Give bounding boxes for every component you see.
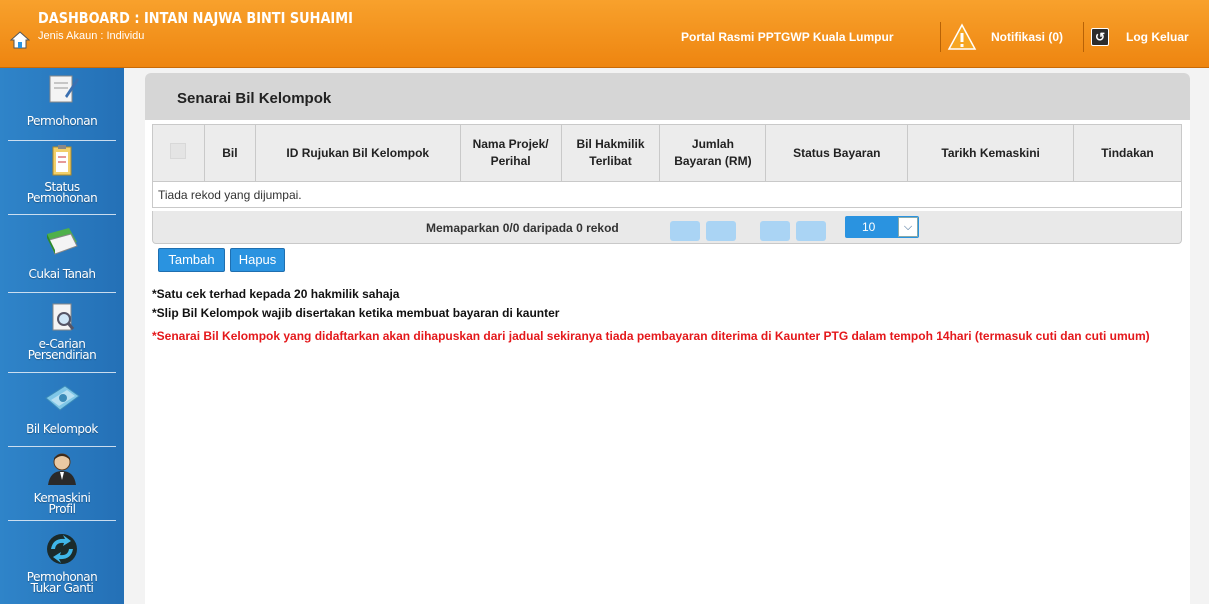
- book-icon: [47, 228, 78, 255]
- column-header-hakmilik[interactable]: Bil Hakmilik Terlibat: [560, 124, 661, 182]
- page-size-select[interactable]: 10 ⌵: [845, 216, 919, 238]
- sidebar-item-label: Cukai Tanah: [28, 267, 97, 281]
- warning-icon[interactable]: [947, 22, 977, 52]
- column-header-jumlah[interactable]: Jumlah Bayaran (RM): [659, 124, 767, 182]
- sidebar-item-e-carian[interactable]: e-Carian Persendirian: [0, 294, 124, 376]
- pagination-summary: Memaparkan 0/0 daripada 0 rekod: [426, 221, 619, 235]
- page-size-value: 10: [862, 220, 876, 234]
- first-page-button[interactable]: [670, 221, 700, 241]
- last-page-button[interactable]: [796, 221, 826, 241]
- column-header-label: Terlibat: [589, 154, 632, 168]
- add-button[interactable]: Tambah: [158, 248, 225, 272]
- column-header-label: Jumlah: [691, 137, 734, 151]
- divider: [8, 520, 116, 521]
- money-icon: [45, 385, 80, 411]
- sidebar-item-label: Tukar Ganti: [30, 581, 94, 595]
- sidebar: Permohonan Status Permohonan Cukai Tanah…: [0, 68, 124, 604]
- column-header-bil[interactable]: Bil: [203, 124, 256, 182]
- clipboard-icon: [52, 145, 72, 176]
- column-header-label: Bayaran (RM): [674, 154, 752, 168]
- page-title: Senarai Bil Kelompok: [177, 90, 332, 107]
- logout-link[interactable]: Log Keluar: [1126, 30, 1189, 44]
- sidebar-item-permohonan-tukar-ganti[interactable]: Permohonan Tukar Ganti: [0, 522, 124, 604]
- column-header-nama[interactable]: Nama Projek/Perihal: [459, 124, 562, 182]
- empty-message: Tiada rekod yang dijumpai.: [152, 181, 1182, 208]
- bil-kelompok-table: Bil ID Rujukan Bil Kelompok Nama Projek/…: [152, 124, 1182, 208]
- document-icon: [49, 75, 79, 103]
- power-icon[interactable]: ↺: [1091, 28, 1109, 46]
- table-header-row: Bil ID Rujukan Bil Kelompok Nama Projek/…: [152, 124, 1182, 182]
- delete-button[interactable]: Hapus: [230, 248, 285, 272]
- select-all-checkbox[interactable]: [170, 142, 187, 159]
- portal-link[interactable]: Portal Rasmi PPTGWP Kuala Lumpur: [681, 30, 893, 44]
- top-header: DASHBOARD : INTAN NAJWA BINTI SUHAIMI Je…: [0, 0, 1209, 68]
- home-icon[interactable]: [10, 30, 30, 50]
- previous-page-button[interactable]: [706, 221, 736, 241]
- account-type: Jenis Akaun : Individu: [38, 30, 145, 42]
- sidebar-item-label: Permohonan: [26, 191, 98, 205]
- dashboard-title: DASHBOARD : INTAN NAJWA BINTI SUHAIMI: [38, 9, 353, 27]
- page-edge: [1196, 68, 1209, 604]
- select-all-cell: [152, 124, 205, 182]
- column-header-label: Nama Projek/: [472, 137, 549, 151]
- column-header-id[interactable]: ID Rujukan Bil Kelompok: [254, 124, 461, 182]
- note-deletion-warning: *Senarai Bil Kelompok yang didaftarkan a…: [152, 329, 1150, 343]
- search-document-icon: [52, 303, 75, 331]
- sidebar-item-cukai-tanah[interactable]: Cukai Tanah: [0, 216, 124, 290]
- pagination-bar: Memaparkan 0/0 daripada 0 rekod 10 ⌵: [152, 211, 1182, 244]
- column-header-tarikh[interactable]: Tarikh Kemaskini: [907, 124, 1075, 182]
- column-header-label: Bil Hakmilik: [576, 137, 645, 151]
- divider: [8, 140, 116, 141]
- chevron-down-icon[interactable]: ⌵: [898, 217, 918, 237]
- divider: [8, 446, 116, 447]
- sidebar-item-label: Bil Kelompok: [26, 422, 98, 436]
- panel-header: Senarai Bil Kelompok: [145, 73, 1190, 120]
- note-cheque-limit: *Satu cek terhad kepada 20 hakmilik saha…: [152, 287, 400, 301]
- sidebar-item-bil-kelompok[interactable]: Bil Kelompok: [0, 374, 124, 446]
- user-icon: [48, 453, 76, 485]
- note-slip-required: *Slip Bil Kelompok wajib disertakan keti…: [152, 306, 560, 320]
- next-page-button[interactable]: [760, 221, 790, 241]
- table-row: Tiada rekod yang dijumpai.: [152, 181, 1182, 208]
- divider: [1083, 22, 1084, 52]
- sidebar-item-status-permohonan[interactable]: Status Permohonan: [0, 142, 124, 214]
- column-header-tindakan: Tindakan: [1073, 124, 1182, 182]
- divider: [8, 214, 116, 215]
- divider: [8, 292, 116, 293]
- divider: [940, 22, 941, 52]
- column-header-label: Perihal: [490, 154, 531, 168]
- sidebar-item-label: Persendirian: [27, 348, 97, 362]
- notifications-link[interactable]: Notifikasi (0): [991, 30, 1063, 44]
- sidebar-item-label: Permohonan: [26, 114, 98, 128]
- sidebar-item-kemaskini-profil[interactable]: Kemaskini Profil: [0, 448, 124, 520]
- sidebar-item-label: Profil: [48, 502, 76, 516]
- sidebar-item-permohonan[interactable]: Permohonan: [0, 68, 124, 138]
- column-header-status[interactable]: Status Bayaran: [765, 124, 909, 182]
- divider: [8, 372, 116, 373]
- exchange-icon: [47, 534, 77, 564]
